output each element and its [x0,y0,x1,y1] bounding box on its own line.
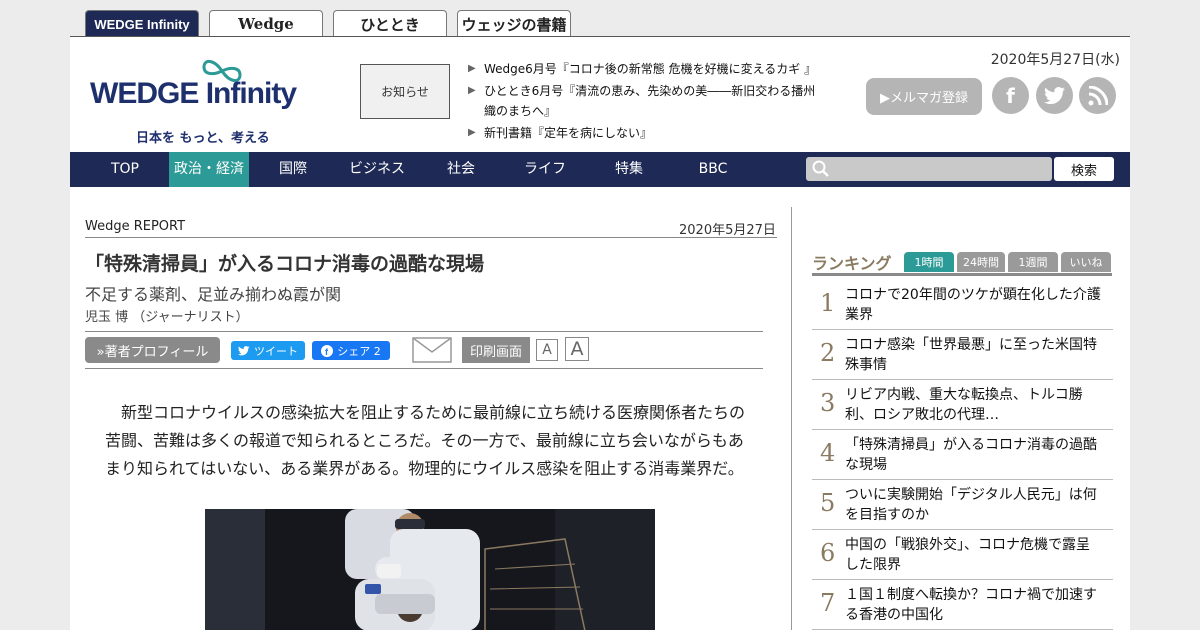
search-button[interactable]: 検索 [1054,157,1114,181]
site-tab-books[interactable]: ウェッジの書籍 [457,10,571,37]
nav-item-international[interactable]: 国際 [268,152,318,187]
rank-text: コロナで20年間のツケが顕在化した介護業界 [845,287,1101,323]
nav-item-society[interactable]: 社会 [436,152,486,187]
divider [85,368,763,369]
ranking-tab-1w[interactable]: 1週間 [1008,252,1058,272]
page: WEDGE Infinity 日本を もっと、考える お知らせ ▶ Wedge6月… [70,36,1130,630]
facebook-icon: f [321,344,334,357]
share-label: シェア 2 [337,344,381,358]
notice-box[interactable]: お知らせ [360,64,450,119]
tweet-button[interactable]: ツイート [231,341,305,360]
ranking-tab-likes[interactable]: いいね [1061,252,1111,272]
nav-item-top[interactable]: TOP [100,152,150,187]
nav-item-bbc[interactable]: BBC [688,152,738,187]
search-icon [812,160,829,177]
news-text: 新刊書籍『定年を病にしない』 [484,126,653,140]
ranking-header: ランキング 1時間 24時間 1週間 いいね [812,250,1112,276]
font-size-large-button[interactable]: A [565,337,589,361]
rss-glyph-icon [1088,85,1108,105]
current-date: 2020年5月27日(水) [990,52,1120,68]
facebook-icon[interactable]: f [992,77,1029,114]
ranking-item[interactable]: 2 コロナ感染「世界最悪」に至った米国特殊事情 [812,330,1113,380]
article-title: 「特殊清掃員」が入るコロナ消毒の過酷な現場 [85,253,485,275]
ranking-item[interactable]: 7 １国１制度へ転換か？コロナ禍で加速する香港の中国化 [812,580,1113,630]
ranking-tab-1h[interactable]: 1時間 [904,252,954,272]
play-arrow-icon: ▶ [468,127,476,138]
divider [85,331,763,332]
ranking-tab-24h[interactable]: 24時間 [957,252,1005,272]
ranking-title: ランキング [812,254,892,273]
site-tab-hitotoki[interactable]: ひととき [333,10,447,37]
article-category[interactable]: Wedge REPORT [85,219,185,234]
print-button[interactable]: 印刷画面 [462,337,530,363]
rank-text: ついに実験開始「デジタル人民元」は何を目指すのか [845,487,1097,523]
photo-illustration [205,509,655,630]
tweet-label: ツイート [254,344,298,358]
ranking-item[interactable]: 1 コロナで20年間のツケが顕在化した介護業界 [812,280,1113,330]
rank-number: 2 [820,339,836,367]
site-tab-wedge-infinity[interactable]: WEDGE Infinity [85,10,199,37]
column-divider [791,207,792,630]
news-text: Wedge6月号『コロナ後の新常態 危機を好機に変えるカギ 』 [484,62,817,76]
rank-text: 「特殊清掃員」が入るコロナ消毒の過酷な現場 [845,437,1097,473]
rank-number: 3 [820,389,836,417]
news-text: ひととき6月号『清流の恵み、先染めの美――新旧交わる播州織のまちへ』 [484,84,816,118]
nav-item-life[interactable]: ライフ [516,152,574,187]
rss-icon[interactable] [1079,77,1116,114]
play-arrow-icon: ▶ [468,85,476,96]
rank-number: 7 [820,589,836,617]
ranking-item[interactable]: 3 リビア内戦、重大な転換点、トルコ勝利、ロシア敗北の代理… [812,380,1113,430]
rank-number: 4 [820,439,836,467]
author-profile-button[interactable]: »著者プロフィール [85,337,220,363]
twitter-bird-icon [1043,86,1065,104]
nav-item-feature[interactable]: 特集 [604,152,654,187]
rank-number: 1 [820,289,836,317]
mail-icon[interactable] [412,337,452,363]
site-tabs: WEDGE Infinity Wedge ひととき ウェッジの書籍 [85,10,571,37]
article-body: 新型コロナウイルスの感染拡大を阻止するために最前線に立ち続ける医療関係者たちの苦… [105,403,746,478]
twitter-bird-icon [238,345,250,355]
article-date: 2020年5月27日 [679,223,776,238]
nav-item-politics-economy[interactable]: 政治・経済 [169,152,249,187]
news-list: ▶ Wedge6月号『コロナ後の新常態 危機を好機に変えるカギ 』 ▶ ひととき6月… [468,59,818,145]
rank-text: リビア内戦、重大な転換点、トルコ勝利、ロシア敗北の代理… [845,387,1083,423]
news-item[interactable]: ▶ 新刊書籍『定年を病にしない』 [468,123,818,143]
article-subtitle: 不足する薬剤、足並み揃わぬ霞が関 [85,285,342,304]
nav-item-business[interactable]: ビジネス [340,152,414,187]
font-size-small-button[interactable]: A [536,339,558,361]
logo-text: WEDGE Infinity [90,77,297,111]
rank-number: 6 [820,539,836,567]
ranking-list: 1 コロナで20年間のツケが顕在化した介護業界 2 コロナ感染「世界最悪」に至っ… [812,280,1113,630]
mail-magazine-button[interactable]: ▶メルマガ登録 [866,78,982,115]
twitter-icon[interactable] [1036,77,1073,114]
news-item[interactable]: ▶ ひととき6月号『清流の恵み、先染めの美――新旧交わる播州織のまちへ』 [468,81,818,121]
logo-sub: Infinity [205,77,297,110]
ranking-item[interactable]: 6 中国の「戦狼外交」、コロナ危機で露呈した限界 [812,530,1113,580]
rank-text: １国１制度へ転換か？コロナ禍で加速する香港の中国化 [845,587,1097,623]
logo-tagline: 日本を もっと、考える [136,131,270,146]
logo-main: WEDGE [90,77,199,110]
site-tab-wedge[interactable]: Wedge [209,10,323,37]
site-logo[interactable]: WEDGE Infinity 日本を もっと、考える [88,57,318,146]
search-input[interactable] [806,157,1052,181]
main-nav: TOP 政治・経済 国際 ビジネス 社会 ライフ 特集 BBC 検索 [70,152,1130,187]
article-author: 児玉 博 （ジャーナリスト） [85,310,249,325]
play-arrow-icon: ▶ [468,63,476,74]
rank-text: コロナ感染「世界最悪」に至った米国特殊事情 [845,337,1097,373]
article-photo [205,509,655,630]
facebook-share-button[interactable]: f シェア 2 [312,341,390,360]
rank-number: 5 [820,489,836,517]
divider [85,237,777,238]
ranking-item[interactable]: 4 「特殊清掃員」が入るコロナ消毒の過酷な現場 [812,430,1113,480]
rank-text: 中国の「戦狼外交」、コロナ危機で露呈した限界 [845,537,1090,573]
facebook-glyph: f [1006,83,1015,108]
ranking-item[interactable]: 5 ついに実験開始「デジタル人民元」は何を目指すのか [812,480,1113,530]
news-item[interactable]: ▶ Wedge6月号『コロナ後の新常態 危機を好機に変えるカギ 』 [468,59,818,79]
